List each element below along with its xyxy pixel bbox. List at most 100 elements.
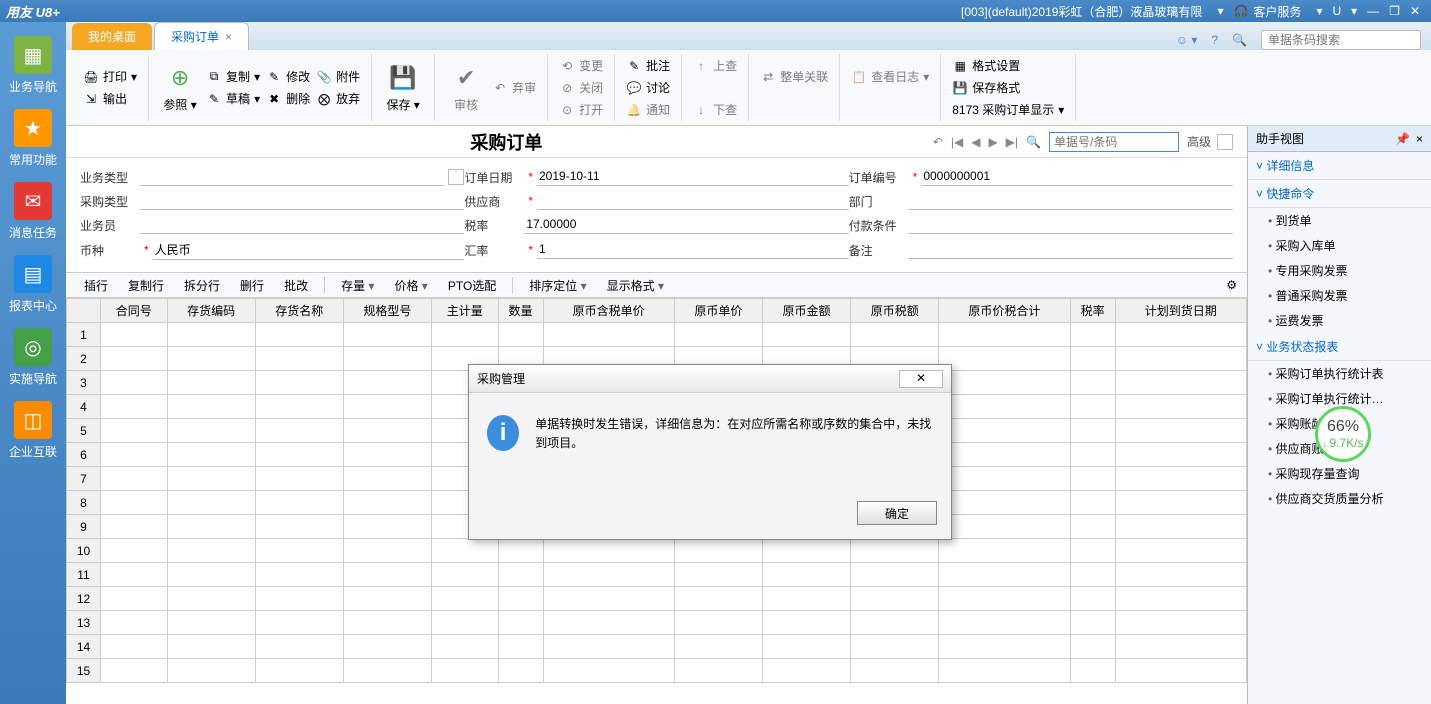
col-header[interactable]: 合同号 bbox=[101, 299, 168, 323]
dispfmt-button[interactable]: 显示格式 bbox=[599, 274, 672, 297]
col-header[interactable]: 原币税额 bbox=[851, 299, 939, 323]
wholelink-button[interactable]: ⇄整单关联 bbox=[757, 66, 831, 88]
supplier-input[interactable] bbox=[537, 192, 849, 210]
close-doc-button[interactable]: ⊘关闭 bbox=[556, 77, 606, 99]
helper-cmd-item[interactable]: 普通采购发票 bbox=[1248, 283, 1431, 308]
taxrate-input[interactable]: 17.00000 bbox=[524, 216, 848, 234]
change-button[interactable]: ⟲变更 bbox=[556, 55, 606, 77]
saveformat-button[interactable]: 💾保存格式 bbox=[949, 77, 1067, 99]
approve-button[interactable]: ✎批注 bbox=[623, 55, 673, 77]
price-button[interactable]: 价格 bbox=[386, 274, 435, 297]
pto-button[interactable]: PTO选配 bbox=[440, 274, 504, 297]
title-u[interactable]: U bbox=[1332, 4, 1341, 18]
reference-button[interactable]: ⊕参照 ▾ bbox=[157, 58, 203, 117]
table-row[interactable]: 11 bbox=[67, 563, 1247, 587]
save-button[interactable]: 💾保存 ▾ bbox=[380, 58, 426, 117]
table-row[interactable]: 10 bbox=[67, 539, 1247, 563]
undo-nav-icon[interactable]: ↶ bbox=[933, 135, 943, 149]
sidebar-item-biznav[interactable]: ▦业务导航 bbox=[9, 36, 57, 95]
helper-section-reports[interactable]: 业务状态报表 bbox=[1248, 333, 1431, 361]
copy-button[interactable]: ⧉复制 ▾ bbox=[203, 66, 263, 88]
col-header[interactable]: 存货编码 bbox=[167, 299, 255, 323]
viewlog-button[interactable]: 📋查看日志 ▾ bbox=[848, 66, 932, 88]
grid-settings-icon[interactable]: ⚙ bbox=[1226, 278, 1237, 292]
title-dropdown3-icon[interactable]: ▾ bbox=[1351, 4, 1357, 18]
table-row[interactable]: 1 bbox=[67, 323, 1247, 347]
potype-input[interactable] bbox=[140, 192, 464, 210]
table-row[interactable]: 12 bbox=[67, 587, 1247, 611]
sidebar-item-impl[interactable]: ◎实施导航 bbox=[9, 328, 57, 387]
help-icon[interactable]: ? bbox=[1211, 33, 1218, 47]
dept-input[interactable] bbox=[909, 192, 1233, 210]
sidebar-item-report[interactable]: ▤报表中心 bbox=[9, 255, 57, 314]
notify-button[interactable]: 🔔通知 bbox=[623, 99, 673, 121]
headset-icon[interactable]: 🎧 bbox=[1233, 4, 1248, 18]
currency-input[interactable]: 人民币 bbox=[153, 240, 465, 260]
giveup-button[interactable]: ↶弃审 bbox=[489, 77, 539, 99]
col-header[interactable]: 原币含税单价 bbox=[543, 299, 674, 323]
col-header[interactable]: 税率 bbox=[1070, 299, 1115, 323]
helper-cmd-item[interactable]: 采购入库单 bbox=[1248, 233, 1431, 258]
payterm-input[interactable] bbox=[909, 216, 1233, 234]
helper-section-detail[interactable]: 详细信息 bbox=[1248, 152, 1431, 180]
col-header[interactable]: 原币金额 bbox=[762, 299, 850, 323]
helper-close-icon[interactable]: × bbox=[1416, 132, 1423, 146]
print-button[interactable]: 🖨打印 ▾ bbox=[80, 66, 140, 88]
format-button[interactable]: ▦格式设置 bbox=[949, 55, 1067, 77]
open-button[interactable]: ⊙打开 bbox=[556, 99, 606, 121]
close-icon[interactable]: ✕ bbox=[1410, 4, 1420, 18]
copyrow-button[interactable]: 复制行 bbox=[120, 274, 172, 297]
col-header[interactable]: 原币单价 bbox=[674, 299, 762, 323]
speed-indicator[interactable]: 66% ↓ 9.7K/s bbox=[1315, 406, 1371, 462]
customer-service[interactable]: 客户服务 bbox=[1253, 3, 1301, 20]
delrow-button[interactable]: 删行 bbox=[232, 274, 272, 297]
table-row[interactable]: 13 bbox=[67, 611, 1247, 635]
next-icon[interactable]: ▶ bbox=[988, 135, 997, 149]
barcode-search-input[interactable] bbox=[1261, 30, 1421, 50]
col-header[interactable]: 存货名称 bbox=[255, 299, 343, 323]
col-header[interactable]: 数量 bbox=[498, 299, 543, 323]
orderdate-input[interactable]: 2019-10-11 bbox=[537, 168, 849, 186]
maximize-icon[interactable]: ❐ bbox=[1389, 4, 1400, 18]
search-icon[interactable]: 🔍 bbox=[1232, 33, 1247, 47]
tracedown-button[interactable]: ↓下查 bbox=[690, 99, 740, 121]
template-select[interactable]: 8173 采购订单显示 ▾ bbox=[949, 99, 1067, 121]
abandon-button[interactable]: ⨂放弃 bbox=[313, 88, 363, 110]
search-icon[interactable]: 🔍 bbox=[1026, 135, 1041, 149]
layout-toggle-icon[interactable] bbox=[1217, 134, 1233, 150]
dialog-close-icon[interactable]: ✕ bbox=[899, 370, 943, 388]
helper-cmd-item[interactable]: 运费发票 bbox=[1248, 308, 1431, 333]
advanced-link[interactable]: 高级 bbox=[1187, 133, 1211, 150]
last-icon[interactable]: ▶| bbox=[1006, 135, 1018, 149]
helper-rpt-item[interactable]: 供应商交货质量分析 bbox=[1248, 486, 1431, 511]
helper-cmd-item[interactable]: 到货单 bbox=[1248, 208, 1431, 233]
discuss-button[interactable]: 💬讨论 bbox=[623, 77, 673, 99]
sidebar-item-ent[interactable]: ◫企业互联 bbox=[9, 401, 57, 460]
tab-purchase-order[interactable]: 采购订单× bbox=[154, 22, 249, 50]
exrate-input[interactable]: 1 bbox=[537, 241, 849, 259]
splitrow-button[interactable]: 拆分行 bbox=[176, 274, 228, 297]
col-header[interactable]: 计划到货日期 bbox=[1115, 299, 1246, 323]
remark-input[interactable] bbox=[909, 241, 1233, 259]
batch-button[interactable]: 批改 bbox=[276, 274, 316, 297]
biztype-input[interactable] bbox=[140, 168, 444, 186]
insertrow-button[interactable]: 插行 bbox=[76, 274, 116, 297]
table-row[interactable]: 15 bbox=[67, 659, 1247, 683]
orderno-input[interactable]: 0000000001 bbox=[921, 168, 1233, 186]
minimize-icon[interactable]: — bbox=[1367, 4, 1379, 18]
first-icon[interactable]: |◀ bbox=[951, 135, 963, 149]
tab-desktop[interactable]: 我的桌面 bbox=[72, 23, 152, 50]
salesman-input[interactable] bbox=[140, 216, 464, 234]
stock-button[interactable]: 存量 bbox=[333, 274, 382, 297]
title-dropdown-icon[interactable]: ▾ bbox=[1217, 4, 1223, 18]
title-dropdown2-icon[interactable]: ▾ bbox=[1316, 4, 1322, 18]
draft-button[interactable]: ✎草稿 ▾ bbox=[203, 88, 263, 110]
helper-section-commands[interactable]: 快捷命令 bbox=[1248, 180, 1431, 208]
dialog-ok-button[interactable]: 确定 bbox=[857, 501, 937, 525]
doc-search-input[interactable] bbox=[1049, 132, 1179, 152]
smiley-icon[interactable]: ☺ ▾ bbox=[1176, 33, 1198, 47]
helper-rpt-item[interactable]: 采购现存量查询 bbox=[1248, 461, 1431, 486]
col-header[interactable]: 主计量 bbox=[431, 299, 498, 323]
sort-button[interactable]: 排序定位 bbox=[521, 274, 594, 297]
pin-icon[interactable]: 📌 bbox=[1395, 132, 1410, 146]
